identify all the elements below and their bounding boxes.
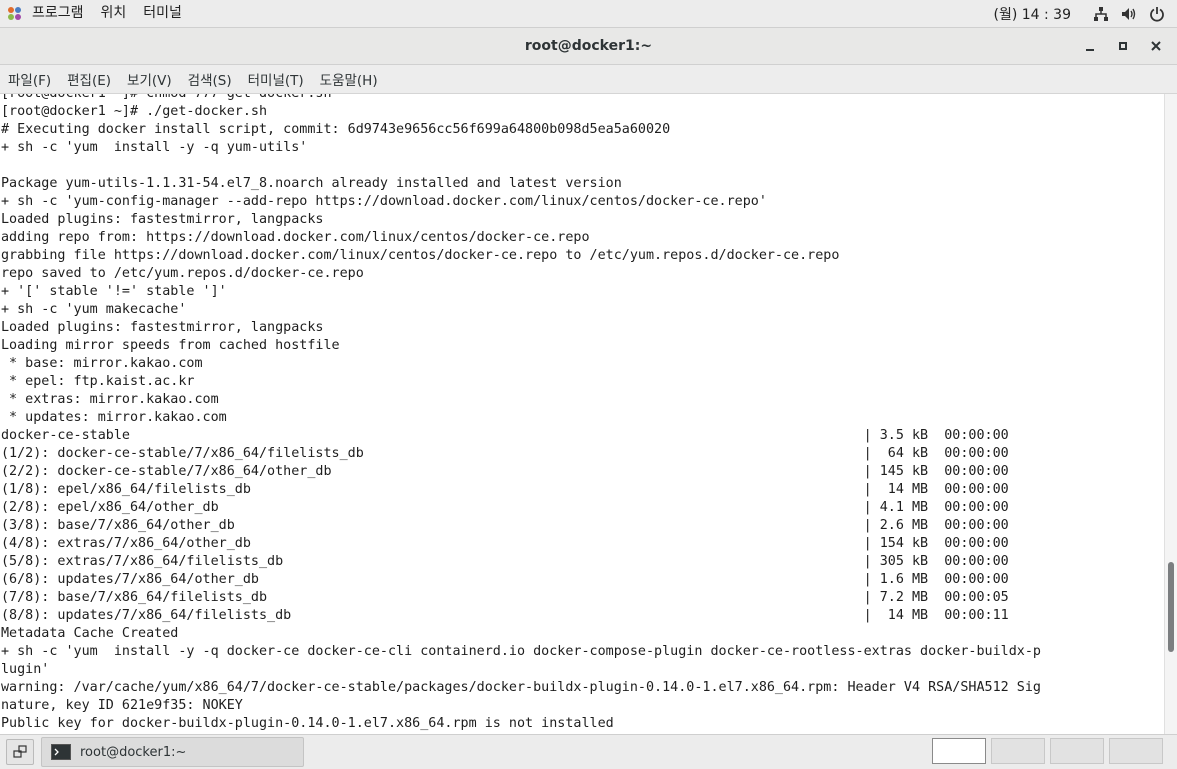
terminal-scrollbar[interactable] [1164,94,1177,734]
terminal-line: (1/2): docker-ce-stable/7/x86_64/filelis… [1,446,1009,461]
window-title-bar[interactable]: root@docker1:~ [0,28,1177,65]
terminal-area[interactable]: [root@docker1 ~]# chmod 777 get-docker.s… [0,94,1164,734]
window-controls [1070,28,1169,64]
power-icon[interactable] [1149,6,1165,22]
top-panel-right: (월) 14 : 39 [993,0,1177,27]
terminal-line: + sh -c 'yum makecache' [1,302,187,317]
menu-edit[interactable]: 편집(E) [59,69,119,89]
terminal-icon [51,744,71,760]
terminal-line: * base: mirror.kakao.com [1,356,203,371]
terminal-line: * epel: ftp.kaist.ac.kr [1,374,195,389]
menu-terminal-options[interactable]: 터미널(T) [240,69,312,89]
applications-logo-icon[interactable] [8,6,22,21]
terminal-line: * extras: mirror.kakao.com [1,392,219,407]
terminal-line: repo saved to /etc/yum.repos.d/docker-ce… [1,266,364,281]
terminal-line: (4/8): extras/7/x86_64/other_db | 154 kB… [1,536,1009,551]
menu-places[interactable]: 위치 [96,0,139,27]
terminal-line: + sh -c 'yum install -y -q docker-ce doc… [1,644,1041,659]
terminal-line: grabbing file https://download.docker.co… [1,248,840,263]
terminal-line: (8/8): updates/7/x86_64/filelists_db | 1… [1,608,1009,623]
window-title: root@docker1:~ [524,38,653,54]
minimize-button[interactable] [1077,33,1103,59]
terminal-line: (2/8): epel/x86_64/other_db | 4.1 MB 00:… [1,500,1009,515]
terminal-line: (1/8): epel/x86_64/filelists_db | 14 MB … [1,482,1009,497]
terminal-line: adding repo from: https://download.docke… [1,230,590,245]
terminal-line: (7/8): base/7/x86_64/filelists_db | 7.2 … [1,590,1009,605]
volume-icon[interactable] [1121,6,1137,22]
terminal-line: (2/2): docker-ce-stable/7/x86_64/other_d… [1,464,1009,479]
terminal-line: (6/8): updates/7/x86_64/other_db | 1.6 M… [1,572,1009,587]
menu-help[interactable]: 도움말(H) [312,69,386,89]
terminal-output: [root@docker1 ~]# chmod 777 get-docker.s… [1,94,1041,733]
top-panel-left: 프로그램 위치 터미널 [0,0,194,27]
network-icon[interactable] [1093,6,1109,22]
clock[interactable]: (월) 14 : 39 [993,4,1071,24]
terminal-line: (5/8): extras/7/x86_64/filelists_db | 30… [1,554,1009,569]
top-panel: 프로그램 위치 터미널 (월) 14 : 39 [0,0,1177,28]
terminal-line: Loaded plugins: fastestmirror, langpacks [1,320,324,335]
show-desktop-button[interactable] [6,739,34,765]
menu-applications[interactable]: 프로그램 [27,0,96,27]
workspace-4[interactable] [1109,738,1163,764]
terminal-line: + '[' stable '!=' stable ']' [1,284,227,299]
terminal-line: Loaded plugins: fastestmirror, langpacks [1,212,324,227]
menu-file[interactable]: 파일(F) [0,69,59,89]
terminal-line: * updates: mirror.kakao.com [1,410,227,425]
workspace-3[interactable] [1050,738,1104,764]
terminal-line: docker-ce-stable | 3.5 kB 00:00:00 [1,428,1009,443]
terminal-line: nature, key ID 621e9f35: NOKEY [1,698,243,713]
scrollbar-thumb[interactable] [1168,562,1174,652]
terminal-line: + sh -c 'yum install -y -q yum-utils' [1,140,308,155]
terminal-line: Metadata Cache Created [1,626,179,641]
terminal-line: lugin' [1,662,50,677]
terminal-line: (3/8): base/7/x86_64/other_db | 2.6 MB 0… [1,518,1009,533]
close-button[interactable] [1143,33,1169,59]
terminal-line: warning: /var/cache/yum/x86_64/7/docker-… [1,680,1041,695]
menu-terminal[interactable]: 터미널 [138,0,194,27]
terminal-line: [root@docker1 ~]# chmod 777 get-docker.s… [1,94,1041,103]
terminal-line: [root@docker1 ~]# ./get-docker.sh [1,104,268,119]
menu-view[interactable]: 보기(V) [119,69,180,89]
taskbar-item-label: root@docker1:~ [80,744,187,760]
minimize-icon [1086,49,1094,51]
close-icon [1151,41,1161,51]
terminal-menubar: 파일(F) 편집(E) 보기(V) 검색(S) 터미널(T) 도움말(H) [0,65,1177,94]
bottom-taskbar: root@docker1:~ [0,734,1177,769]
maximize-icon [1119,42,1127,50]
terminal-line: + sh -c 'yum-config-manager --add-repo h… [1,194,767,209]
maximize-button[interactable] [1110,33,1136,59]
menu-search[interactable]: 검색(S) [180,69,240,89]
terminal-line: Loading mirror speeds from cached hostfi… [1,338,340,353]
show-desktop-icon [13,745,27,758]
terminal-line: Public key for docker-buildx-plugin-0.14… [1,716,614,731]
workspace-1[interactable] [932,738,986,764]
terminal-line: Package yum-utils-1.1.31-54.el7_8.noarch… [1,176,622,191]
taskbar-item-terminal[interactable]: root@docker1:~ [41,737,304,767]
workspace-2[interactable] [991,738,1045,764]
terminal-line: # Executing docker install script, commi… [1,122,671,137]
workspace-switcher [927,738,1163,764]
